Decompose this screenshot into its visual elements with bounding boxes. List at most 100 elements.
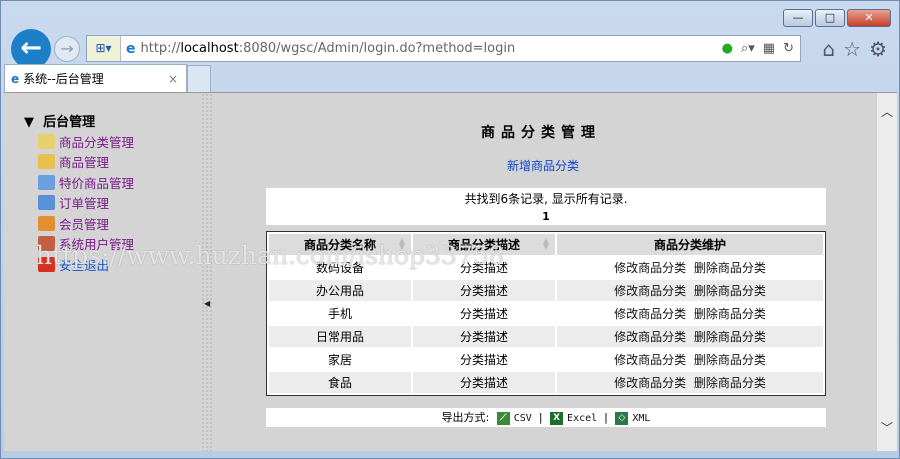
actions-cell: 修改商品分类 删除商品分类 [557,372,823,393]
table-row: 手机 分类描述 修改商品分类 删除商品分类 [269,303,823,324]
folder-image-icon [38,174,55,190]
edit-category-link[interactable]: 修改商品分类 [614,284,686,298]
minimize-button[interactable]: — [783,9,813,27]
delete-category-link[interactable]: 删除商品分类 [694,284,766,298]
sidebar-item-label: 安全退出 [59,257,110,273]
category-name: 数码设备 [315,261,364,275]
compat-view-icon[interactable]: ▦ [763,41,775,56]
add-category-link[interactable]: 新增商品分类 [507,157,579,174]
sidebar-item-label: 会员管理 [59,216,110,232]
back-button[interactable]: ← [11,29,51,69]
address-bar[interactable]: ⊞▾ e http://localhost:8080/wgsc/Admin/lo… [86,35,801,62]
url-prefix: http:// [140,41,181,56]
actions-cell: 修改商品分类 删除商品分类 [557,303,823,324]
actions-cell: 修改商品分类 删除商品分类 [557,349,823,370]
refresh-icon[interactable]: ↻ [783,41,794,56]
table-row: 办公用品 分类描述 修改商品分类 删除商品分类 [269,280,823,301]
page-title: 商品分类管理 [481,125,601,141]
sidebar-item[interactable]: 安全退出 [38,254,134,275]
export-excel-link[interactable]: Excel [567,413,597,424]
window-controls: — □ ✕ [781,9,891,27]
settings-gear-icon[interactable]: ⚙ [869,37,887,61]
sidebar-item-label: 特价商品管理 [59,175,135,191]
scroll-up-icon[interactable]: ︿ [877,103,897,123]
search-icon[interactable]: ⌕▾ [741,41,755,56]
edit-category-link[interactable]: 修改商品分类 [614,261,686,275]
sidebar-item[interactable]: 商品分类管理 [38,131,134,152]
compat-shield-icon[interactable]: ⊞▾ [87,36,121,61]
close-window-button[interactable]: ✕ [847,9,891,27]
frame-splitter[interactable]: ◀ [201,93,213,451]
tab-title: 系统--后台管理 [23,72,104,86]
column-header-desc[interactable]: 商品分类描述 ▲ ▼ [413,234,555,255]
sidebar-title[interactable]: ▼ 后台管理 [24,111,95,130]
separator: | [538,411,543,424]
sidebar-title-text: 后台管理 [43,115,96,130]
delete-category-link[interactable]: 删除商品分类 [694,307,766,321]
sidebar-item[interactable]: 订单管理 [38,193,134,214]
category-desc: 分类描述 [459,307,508,321]
url-text[interactable]: http://localhost:8080/wgsc/Admin/login.d… [141,41,516,56]
favorites-star-icon[interactable]: ☆ [843,37,861,61]
summary-text: 共找到6条记录, 显示所有记录. [464,192,628,206]
actions-cell: 修改商品分类 删除商品分类 [557,280,823,301]
list-icon [38,195,55,211]
category-name: 手机 [327,307,352,321]
actions-cell: 修改商品分类 删除商品分类 [557,326,823,347]
edit-category-link[interactable]: 修改商品分类 [614,376,686,390]
browser-tab[interactable]: e 系统--后台管理 × [4,64,187,92]
xml-icon: ◇ [615,411,629,425]
export-csv-link[interactable]: CSV [514,413,532,424]
folder-icon [38,154,55,170]
results-summary: 共找到6条记录, 显示所有记录. 1 [266,188,826,225]
sidebar: ▼ 后台管理 商品分类管理 商品管理特价商品管理 订单管理会员管理系统用户管理安全退… [4,93,201,451]
maximize-button[interactable]: □ [815,9,845,27]
sidebar-item[interactable]: 特价商品管理 [38,172,134,193]
sort-icon[interactable]: ▲ ▼ [543,237,549,251]
sidebar-item[interactable]: 系统用户管理 [38,234,134,255]
edit-category-link[interactable]: 修改商品分类 [614,307,686,321]
category-name: 日常用品 [269,326,411,347]
collapse-arrow-icon[interactable]: ◀ [204,299,210,308]
new-tab-button[interactable] [187,65,211,92]
category-name: 食品 [269,372,411,393]
tab-close-icon[interactable]: × [168,72,178,86]
delete-category-link[interactable]: 删除商品分类 [694,376,766,390]
delete-category-link[interactable]: 删除商品分类 [694,330,766,344]
category-table: 商品分类名称 ▲ ▼ 商品分类描述 ▲ ▼ 商品分类维护 数码设备 分类描述 修改商品分类 … [266,231,826,396]
separator: | [604,411,608,424]
category-desc: 分类描述 [459,261,508,275]
sidebar-item-label: 订单管理 [59,196,110,212]
ie-icon: e [126,40,136,57]
category-name: 办公用品 [269,280,411,301]
export-label: 导出方式: [441,411,490,424]
addon-icon[interactable]: ● [722,41,733,56]
table-row: 数码设备 分类描述 修改商品分类 删除商品分类 [269,257,823,278]
vertical-scrollbar[interactable]: ︿ ﹀ [876,93,897,451]
exit-icon [38,256,55,272]
scroll-down-icon[interactable]: ﹀ [877,419,897,439]
export-xml-link[interactable]: XML [632,413,650,424]
table-row: 食品 分类描述 修改商品分类 删除商品分类 [269,372,823,393]
export-bar: 导出方式: ⟋ CSV | X Excel | ◇ XML [266,408,826,427]
forward-button[interactable]: → [54,36,80,62]
column-header-label: 商品分类描述 [447,238,520,252]
sort-icon[interactable]: ▲ ▼ [399,237,405,251]
category-desc: 分类描述 [459,353,508,367]
category-desc: 分类描述 [413,326,555,347]
home-icon[interactable]: ⌂ [822,37,835,61]
category-name: 家居 [327,353,352,367]
url-rest: :8080/wgsc/Admin/login.do?method=login [238,41,516,56]
page-number[interactable]: 1 [266,210,826,223]
actions-cell: 修改商品分类 删除商品分类 [557,257,823,278]
excel-icon: X [550,411,564,425]
delete-category-link[interactable]: 删除商品分类 [694,261,766,275]
column-header-name[interactable]: 商品分类名称 ▲ ▼ [269,234,411,255]
edit-category-link[interactable]: 修改商品分类 [614,353,686,367]
browser-window: — □ ✕ ← → ⊞▾ e http://localhost:8080/wgs… [0,0,900,459]
edit-category-link[interactable]: 修改商品分类 [614,330,686,344]
sidebar-item[interactable]: 会员管理 [38,213,134,234]
users-icon [38,215,55,231]
sidebar-item[interactable]: 商品管理 [38,152,134,173]
delete-category-link[interactable]: 删除商品分类 [694,353,766,367]
